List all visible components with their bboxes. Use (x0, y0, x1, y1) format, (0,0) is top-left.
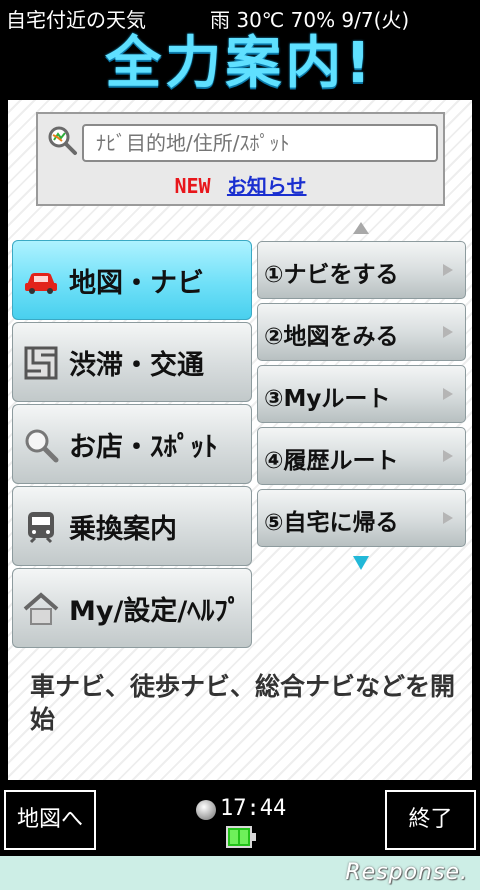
weather-condition: 雨 30℃ 70% 9/7(火) (210, 8, 410, 32)
submenu-label: ②地図をみる (264, 324, 399, 350)
traffic-icon (24, 346, 58, 380)
submenu-go-home-button[interactable]: ⑤自宅に帰る (257, 489, 466, 547)
watermark-logo: Response. (345, 860, 468, 885)
destination-search-input[interactable] (82, 124, 438, 162)
train-icon (28, 512, 54, 544)
exit-softkey-button[interactable]: 終了 (385, 790, 476, 850)
category-description: 車ナビ、徒歩ナビ、総合ナビなどを開始 (30, 672, 456, 734)
main-panel: NEW お知らせ 地図・ナビ 渋滞・交通 お店・ｽﾎﾟｯﾄ (8, 100, 472, 780)
category-shops-spots-button[interactable]: お店・ｽﾎﾟｯﾄ (12, 404, 252, 484)
submenu-label: ①ナビをする (264, 262, 399, 288)
submenu-label: ④履歴ルート (264, 448, 399, 474)
car-icon (25, 273, 57, 294)
notice-row: NEW お知らせ (38, 170, 443, 199)
search-panel: NEW お知らせ (36, 112, 445, 206)
category-transfer-button[interactable]: 乗換案内 (12, 486, 252, 566)
scroll-down-arrow-icon[interactable] (353, 556, 369, 570)
category-label: My/設定/ﾍﾙﾌﾟ (69, 596, 242, 627)
submenu-label: ③Myルート (264, 386, 391, 412)
category-my-settings-help-button[interactable]: My/設定/ﾍﾙﾌﾟ (12, 568, 252, 648)
clock-icon (196, 800, 216, 820)
clock-time: 17:44 (220, 796, 287, 821)
new-badge: NEW (174, 174, 211, 198)
submenu-start-navi-button[interactable]: ①ナビをする (257, 241, 466, 299)
category-label: 乗換案内 (69, 514, 177, 545)
category-label: お店・ｽﾎﾟｯﾄ (69, 432, 218, 463)
bottom-bar: 地図へ 17:44 終了 (0, 780, 480, 856)
header: 自宅付近の天気 雨 30℃ 70% 9/7(火) 全力案内! (0, 0, 480, 100)
category-traffic-button[interactable]: 渋滞・交通 (12, 322, 252, 402)
chevron-right-icon (443, 512, 453, 524)
category-label: 地図・ナビ (69, 268, 204, 299)
app-title: 全力案内! (105, 31, 375, 96)
chevron-right-icon (443, 450, 453, 462)
notice-link[interactable]: お知らせ (227, 174, 307, 198)
battery-icon (226, 826, 256, 848)
map-softkey-button[interactable]: 地図へ (4, 790, 96, 850)
submenu-label: ⑤自宅に帰る (264, 510, 399, 536)
chevron-right-icon (443, 326, 453, 338)
search-map-icon[interactable] (46, 124, 78, 156)
submenu-view-map-button[interactable]: ②地図をみる (257, 303, 466, 361)
category-label: 渋滞・交通 (69, 350, 204, 381)
scroll-up-arrow-icon[interactable] (353, 222, 369, 234)
magnifier-icon (25, 429, 59, 463)
category-map-navi-button[interactable]: 地図・ナビ (12, 240, 252, 320)
status-area: 17:44 (196, 796, 296, 856)
home-icon (23, 592, 59, 625)
footer-strip: Response. (0, 856, 480, 890)
chevron-right-icon (443, 264, 453, 276)
chevron-right-icon (443, 388, 453, 400)
submenu-history-route-button[interactable]: ④履歴ルート (257, 427, 466, 485)
weather-location: 自宅付近の天気 (6, 8, 146, 32)
submenu-my-route-button[interactable]: ③Myルート (257, 365, 466, 423)
